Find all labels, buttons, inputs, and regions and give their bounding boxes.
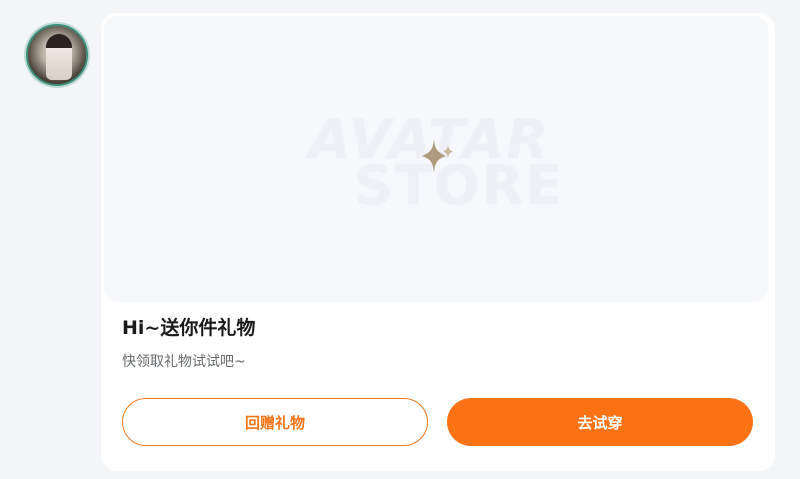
user-avatar[interactable]	[26, 24, 88, 86]
return-gift-button[interactable]: 回赠礼物	[122, 398, 428, 446]
try-on-button[interactable]: 去试穿	[447, 398, 753, 446]
sparkle-icon	[422, 139, 453, 173]
watermark-line2: STORE	[353, 154, 565, 218]
gift-card: AVATAR STORE Hi~送你件礼物 快领取礼物试试吧~ 回赠礼物 去试穿	[101, 13, 775, 471]
gift-title: Hi~送你件礼物	[122, 317, 256, 339]
gift-subtitle: 快领取礼物试试吧~	[122, 354, 246, 370]
avatar-figure	[46, 34, 72, 80]
gift-banner: AVATAR STORE	[104, 16, 768, 302]
